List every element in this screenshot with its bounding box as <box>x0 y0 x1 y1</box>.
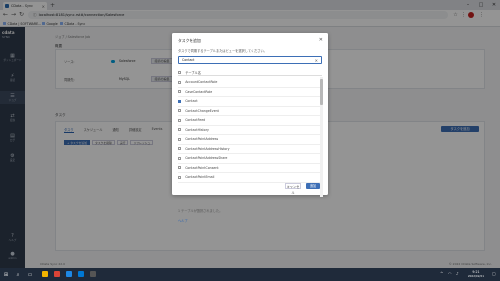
windows-taskbar: ⊞ ⌕ ▭ ^ ◠ ♪ 9:21 2022/02/21 ▢ <box>0 268 500 281</box>
column-header-table-name: テーブル名 <box>185 71 201 75</box>
selection-status: 1 テーブルが選択されました。 <box>178 209 223 213</box>
list-item[interactable]: ContactPointEmail <box>178 173 322 183</box>
row-checkbox[interactable] <box>178 118 182 122</box>
dialog-description: タスクで同期するテーブルまたはビューを選択してください。 <box>178 49 267 53</box>
close-icon[interactable]: ✕ <box>319 37 323 43</box>
volume-icon[interactable]: ♪ <box>456 271 459 276</box>
dialog-title: タスクを追加 <box>178 38 201 43</box>
row-checkbox[interactable] <box>178 147 182 151</box>
system-clock[interactable]: 9:21 2022/02/21 <box>468 270 484 278</box>
network-icon[interactable]: ◠ <box>448 271 452 276</box>
search-value: Contact <box>182 58 195 62</box>
tray-arrow-icon[interactable]: ^ <box>440 271 443 276</box>
table-search-input[interactable]: Contact ✕ <box>178 56 322 64</box>
add-button[interactable]: 追加 <box>306 183 320 189</box>
row-checkbox[interactable] <box>178 156 182 160</box>
list-item[interactable]: ContactPointConsent <box>178 164 322 173</box>
terminal-icon[interactable] <box>90 271 96 277</box>
list-item[interactable]: CaseContactRole <box>178 88 322 97</box>
list-item[interactable]: ContactHistory <box>178 126 322 135</box>
windows-start-icon[interactable]: ⊞ <box>2 270 10 279</box>
row-checkbox[interactable] <box>178 128 182 132</box>
list-item[interactable]: ContactPointAddressHistory <box>178 145 322 154</box>
add-task-dialog: タスクを追加 ✕ タスクで同期するテーブルまたはビューを選択してください。 Co… <box>172 33 328 223</box>
row-checkbox[interactable] <box>178 90 182 94</box>
list-item[interactable]: AccountContactRole <box>178 78 322 88</box>
list-item[interactable]: ContactPointAddress <box>178 135 322 145</box>
row-checkbox[interactable] <box>178 175 182 179</box>
notifications-icon[interactable]: ▢ <box>492 271 496 276</box>
help-link[interactable]: ヘルプ <box>178 218 188 223</box>
list-item[interactable]: ContactPointAddressShare <box>178 154 322 164</box>
select-all-checkbox[interactable] <box>178 70 182 75</box>
list-item[interactable]: ContactChangeEvent <box>178 107 322 116</box>
table-header: テーブル名 <box>178 70 322 76</box>
app-icon[interactable] <box>78 271 84 277</box>
row-checkbox[interactable] <box>178 166 182 170</box>
vscode-icon[interactable] <box>66 271 72 277</box>
search-icon[interactable]: ⌕ <box>14 270 22 279</box>
row-checkbox-checked[interactable] <box>178 99 182 103</box>
cancel-button[interactable]: キャンセル <box>285 183 301 195</box>
task-view-icon[interactable]: ▭ <box>26 270 34 279</box>
row-checkbox[interactable] <box>178 137 182 141</box>
list-item[interactable]: ContactFeed <box>178 116 322 126</box>
row-checkbox[interactable] <box>178 109 182 113</box>
row-checkbox[interactable] <box>178 80 182 84</box>
list-scrollbar[interactable] <box>320 77 323 197</box>
chrome-icon[interactable] <box>54 271 60 277</box>
clear-search-icon[interactable]: ✕ <box>315 58 318 63</box>
file-explorer-icon[interactable] <box>42 271 48 277</box>
list-item[interactable]: Contact <box>178 97 322 107</box>
scrollbar-thumb[interactable] <box>320 79 323 105</box>
table-list: AccountContactRole CaseContactRole Conta… <box>178 78 322 190</box>
